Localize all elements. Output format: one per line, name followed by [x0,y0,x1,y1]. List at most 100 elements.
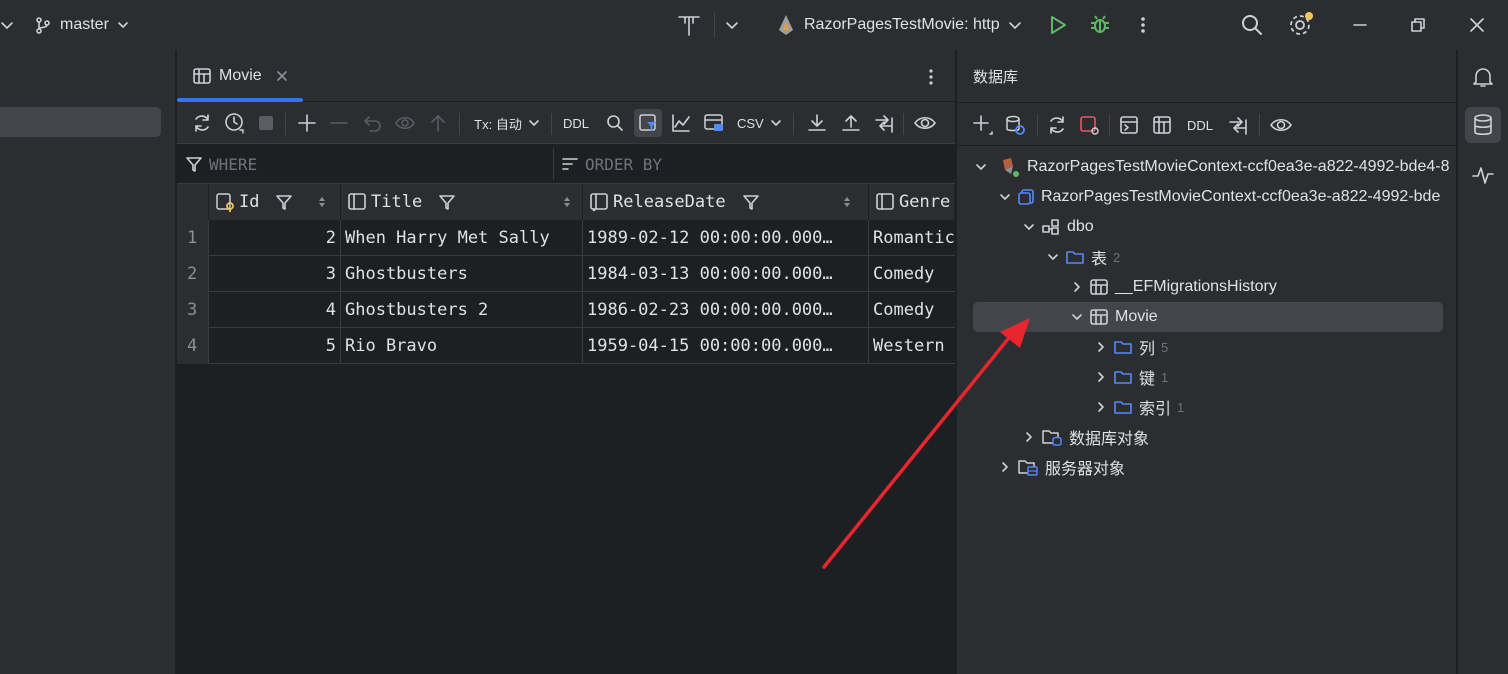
minimize-button[interactable] [1353,0,1367,50]
cell-genre[interactable]: Comedy [869,256,955,292]
add-row-button[interactable] [295,102,319,144]
view-options-button[interactable] [1267,103,1297,147]
cell-releasedate[interactable]: 1986-02-23 00:00:00.000… [583,292,869,328]
ddl-button[interactable]: DDL [561,102,591,144]
new-button[interactable] [971,103,995,147]
cell-id[interactable]: 2 [209,220,341,256]
cell-genre[interactable]: Comedy [869,292,955,328]
database-settings-icon [1006,115,1025,135]
cell-genre[interactable]: Romantic [869,220,955,256]
columns-count: 5 [1161,339,1169,355]
settings-button[interactable] [1288,0,1314,50]
view-options-button[interactable] [911,102,941,144]
revert-button[interactable] [361,102,385,144]
more-vertical-icon [929,69,933,85]
orderby-filter[interactable]: ORDER BY [561,144,941,184]
tree-node-indexes[interactable]: 索引 1 [1095,392,1184,422]
refresh-button[interactable] [189,102,215,144]
query-console-button[interactable] [1117,103,1141,147]
notifications-button[interactable] [1471,65,1495,89]
tree-node-database[interactable]: RazorPagesTestMovieContext-ccf0ea3e-a822… [999,182,1440,212]
tree-node-tables[interactable]: 表 2 [1047,242,1120,272]
filter-icon[interactable] [275,193,293,211]
column-header-releasedate[interactable]: ReleaseDate [583,184,869,220]
ddl-button[interactable]: DDL [1185,103,1215,147]
table-row[interactable]: 3 4 Ghostbusters 2 1986-02-23 00:00:00.0… [177,292,955,328]
tree-node-table-movie[interactable]: Movie [1071,302,1158,332]
cell-id[interactable]: 4 [209,292,341,328]
tree-node-db-objects[interactable]: 数据库对象 [1023,422,1149,452]
cell-title[interactable]: Ghostbusters [341,256,583,292]
tree-node-columns[interactable]: 列 5 [1095,332,1168,362]
debug-button[interactable] [1089,0,1111,50]
cell-releasedate[interactable]: 1959-04-15 00:00:00.000… [583,328,869,364]
run-button[interactable] [1048,0,1068,50]
build-button[interactable] [676,0,702,50]
export-format-dropdown[interactable]: CSV [737,102,781,144]
keys-count: 1 [1161,369,1169,385]
cell-releasedate[interactable]: 1984-03-13 00:00:00.000… [583,256,869,292]
where-filter[interactable]: WHERE [185,144,553,184]
orderby-placeholder: ORDER BY [585,154,663,174]
find-button[interactable] [603,102,627,144]
filter-icon[interactable] [742,193,760,211]
undo-icon [364,116,381,132]
table-row[interactable]: 2 3 Ghostbusters 1984-03-13 00:00:00.000… [177,256,955,292]
upload-button[interactable] [839,102,863,144]
build-menu-chevron[interactable] [725,0,739,50]
stop-button[interactable] [255,102,277,144]
download-button[interactable] [805,102,829,144]
project-pane [0,50,176,674]
column-header-id[interactable]: Id [209,184,341,220]
close-window-button[interactable] [1470,0,1484,50]
database-tool-button[interactable] [1465,107,1501,143]
compare-button[interactable] [871,102,897,144]
submit-button[interactable] [426,102,450,144]
open-table-button[interactable] [1150,103,1174,147]
close-tab-icon[interactable] [276,70,288,82]
search-button[interactable] [1240,0,1264,50]
cell-title[interactable]: Rio Bravo [341,328,583,364]
table-row[interactable]: 1 2 When Harry Met Sally 1989-02-12 00:0… [177,220,955,256]
restore-button[interactable] [1411,0,1425,50]
history-button[interactable] [222,102,248,144]
tree-node-schema[interactable]: dbo [1023,212,1094,242]
column-header-genre[interactable]: Genre [869,184,955,220]
chevron-down-icon[interactable] [0,0,14,50]
filter-icon[interactable] [438,193,456,211]
tree-node-table-efmigrations[interactable]: __EFMigrationsHistory [1071,272,1277,302]
transaction-mode-dropdown[interactable]: Tx: 自动 [471,102,543,144]
cell-title[interactable]: When Harry Met Sally [341,220,583,256]
tab-options-button[interactable] [923,67,939,87]
tree-node-server-objects[interactable]: 服务器对象 [999,452,1125,482]
cell-title[interactable]: Ghostbusters 2 [341,292,583,328]
filter-toggle-button[interactable] [634,109,662,137]
disconnect-button[interactable] [1077,103,1101,147]
tree-node-keys[interactable]: 键 1 [1095,362,1168,392]
selected-project-item[interactable] [0,107,161,137]
database-explorer: 数据库 DDL RazorPagesTestMovieContext-ccf0e… [956,50,1457,674]
more-actions-button[interactable] [1135,0,1151,50]
cell-id[interactable]: 5 [209,328,341,364]
value-viewer-button[interactable] [701,102,727,144]
run-config-selector[interactable]: RazorPagesTestMovie: http [776,0,1022,50]
cell-releasedate[interactable]: 1989-02-12 00:00:00.000… [583,220,869,256]
sort-icon[interactable] [317,195,327,209]
preview-pending-button[interactable] [393,102,417,144]
refresh-button[interactable] [1045,103,1069,147]
table-row[interactable]: 4 5 Rio Bravo 1959-04-15 00:00:00.000… W… [177,328,955,364]
sort-icon[interactable] [842,195,852,209]
delete-row-button[interactable] [327,102,351,144]
chart-button[interactable] [669,102,693,144]
cell-id[interactable]: 3 [209,256,341,292]
profiler-button[interactable] [1471,163,1495,187]
tab-movie[interactable]: Movie [177,50,303,102]
cell-genre[interactable]: Western [869,328,955,364]
column-header-title[interactable]: Title [341,184,583,220]
branch-widget[interactable]: master [34,0,129,50]
tree-node-datasource[interactable]: RazorPagesTestMovieContext-ccf0ea3e-a822… [975,152,1449,182]
datasource-properties-button[interactable] [1003,103,1027,147]
table-icon [1090,309,1108,325]
sort-icon[interactable] [562,195,572,209]
compare-button[interactable] [1225,103,1251,147]
